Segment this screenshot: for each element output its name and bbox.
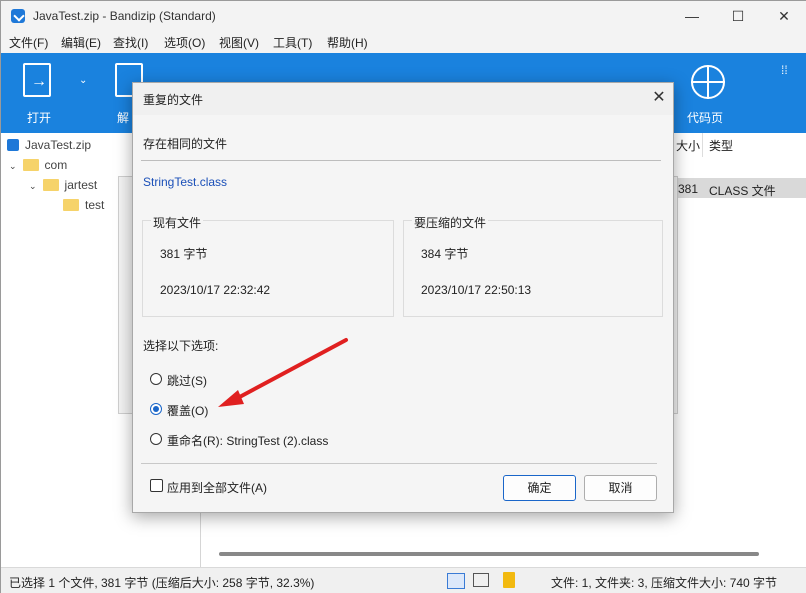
extract-label: 解 [117,111,130,125]
minimize-button[interactable]: — [669,1,715,31]
apply-all-check[interactable] [150,479,163,492]
expand-chevron-icon[interactable]: ⌄ [29,181,37,191]
radio-skip[interactable] [150,373,162,385]
divider [141,463,657,464]
column-divider [702,133,703,157]
thumbnail-view-icon[interactable] [473,573,489,587]
ok-button[interactable]: 确定 [503,475,576,501]
column-type-header[interactable]: 类型 [709,137,733,154]
existing-file-size: 381 字节 [160,247,208,261]
option-overwrite-label: 覆盖(O) [167,404,209,418]
column-size-header[interactable]: 大小 [676,137,700,154]
option-rename-label: 重命名(R): StringTest (2).class [167,434,329,448]
menu-options[interactable]: 选项(O) [164,34,205,51]
menu-find[interactable]: 查找(I) [113,34,148,51]
option-rename[interactable]: 重命名(R): StringTest (2).class [150,431,450,448]
status-summary: 文件: 1, 文件夹: 3, 压缩文件大小: 740 字节 [551,576,778,590]
bandizip-app-icon [11,9,25,23]
folder-icon [42,179,59,191]
open-button[interactable]: → [21,63,57,99]
menu-bar: 文件(F) 编辑(E) 查找(I) 选项(O) 视图(V) 工具(T) 帮助(H… [1,31,806,53]
existing-file-date: 2023/10/17 22:32:42 [160,283,271,297]
option-skip-label: 跳过(S) [167,374,207,388]
tree-item-com[interactable]: ⌄ com [9,157,67,172]
incoming-file-size: 384 字节 [421,247,469,261]
archive-icon[interactable] [503,572,515,588]
cancel-button[interactable]: 取消 [584,475,657,501]
folder-icon [63,199,79,211]
tree-item-test[interactable]: test [63,197,104,212]
dialog-title: 重复的文件 [143,93,204,107]
radio-rename[interactable] [150,433,162,445]
tree-item-jartest[interactable]: ⌄ jartest [29,177,97,192]
close-button[interactable]: ✕ [761,1,806,31]
duplicate-file-dialog: 重复的文件 ✕ 存在相同的文件 StringTest.class 现有文件 38… [132,82,674,513]
menu-help[interactable]: 帮助(H) [327,34,368,51]
menu-edit[interactable]: 编辑(E) [61,34,101,51]
options-label: 选择以下选项: [143,339,219,353]
apply-to-all-checkbox[interactable]: 应用到全部文件(A) [150,478,350,495]
dialog-close-button[interactable]: ✕ [649,89,669,109]
option-skip[interactable]: 跳过(S) [150,371,370,388]
details-view-icon[interactable] [447,573,465,589]
status-bar: 已选择 1 个文件, 381 字节 (压缩后大小: 258 字节, 32.3%)… [1,567,806,593]
status-selection: 已选择 1 个文件, 381 字节 (压缩后大小: 258 字节, 32.3%) [9,576,315,590]
incoming-file-date: 2023/10/17 22:50:13 [421,283,532,297]
dialog-body: 存在相同的文件 StringTest.class 现有文件 381 字节 202… [133,115,673,512]
cell-size: 381 [678,182,699,196]
codepage-label: 代码页 [687,111,724,125]
menu-view[interactable]: 视图(V) [219,34,259,51]
existing-file-group: 现有文件 381 字节 2023/10/17 22:32:42 [142,214,394,317]
existing-file-legend: 现有文件 [151,214,204,231]
tree-item-label: com [44,158,68,172]
option-overwrite[interactable]: 覆盖(O) [150,401,370,418]
expand-chevron-icon[interactable]: ⌄ [9,161,17,171]
tree-item-label: jartest [64,178,98,192]
globe-equator [691,81,725,83]
incoming-file-group: 要压缩的文件 384 字节 2023/10/17 22:50:13 [403,214,663,317]
dialog-header: 存在相同的文件 [143,137,228,151]
grid-menu-icon[interactable]: ⁞⁞ [781,63,788,77]
incoming-file-legend: 要压缩的文件 [412,214,489,231]
zip-icon [7,139,19,151]
radio-overwrite[interactable] [150,403,162,415]
menu-tools[interactable]: 工具(T) [273,34,312,51]
tree-root-label: JavaTest.zip [25,138,92,152]
maximize-button[interactable]: ☐ [715,1,761,31]
tree-root[interactable]: JavaTest.zip [7,137,91,152]
menu-file[interactable]: 文件(F) [9,34,48,51]
cell-type: CLASS 文件 [709,184,776,198]
chevron-down-icon[interactable]: ⌄ [79,75,87,86]
folder-icon [22,159,39,171]
open-label: 打开 [27,111,52,125]
title-bar: JavaTest.zip - Bandizip (Standard) — ☐ ✕ [1,1,806,31]
tree-item-label: test [85,198,105,212]
arrow-right-icon: → [31,73,47,90]
horizontal-scrollbar[interactable] [219,552,759,556]
divider [141,160,661,161]
apply-all-label: 应用到全部文件(A) [167,481,267,495]
duplicate-filename: StringTest.class [143,175,228,189]
window-title: JavaTest.zip - Bandizip (Standard) [33,9,216,23]
